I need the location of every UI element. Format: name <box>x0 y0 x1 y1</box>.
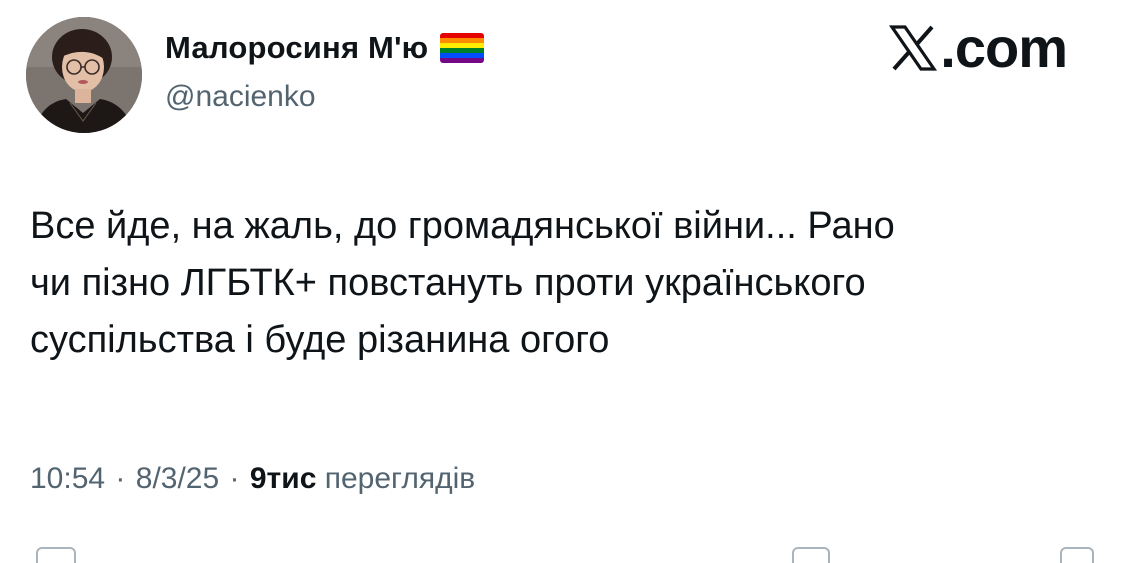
avatar[interactable] <box>26 17 142 133</box>
meta-separator: · <box>115 462 126 495</box>
tweet-text-line: Все йде, на жаль, до громадянської війни… <box>30 205 895 247</box>
tweet-date[interactable]: 8/3/25 <box>136 462 219 495</box>
share-icon[interactable] <box>1060 547 1094 563</box>
author-name-row: Малоросиня М'ю <box>165 30 485 66</box>
tweet-card: Малоросиня М'ю @nacienko .com Все йде, н… <box>0 0 1125 563</box>
brand-watermark: .com <box>888 16 1068 79</box>
meta-separator: · <box>229 462 240 495</box>
tweet-text-line: чи пізно ЛГБТК+ повстануть проти українс… <box>30 262 866 304</box>
tweet-text: Все йде, на жаль, до громадянської війни… <box>30 198 1100 369</box>
x-logo-icon <box>889 25 938 71</box>
avatar-image <box>26 17 142 133</box>
tweet-time[interactable]: 10:54 <box>30 462 105 495</box>
tweet-text-line: суспільства і буде різанина огого <box>30 319 610 361</box>
reply-icon[interactable] <box>36 547 76 563</box>
display-name[interactable]: Малоросиня М'ю <box>165 30 428 66</box>
tweet-meta: 10:54 · 8/3/25 · 9тис переглядів <box>30 462 475 496</box>
views-label: переглядів <box>324 462 476 495</box>
rainbow-flag-icon <box>440 33 485 63</box>
brand-text: .com <box>940 16 1068 79</box>
bookmark-icon[interactable] <box>792 547 830 563</box>
action-bar-edge <box>0 542 1125 563</box>
author-handle[interactable]: @nacienko <box>165 80 316 114</box>
views-count[interactable]: 9тис <box>250 462 317 495</box>
